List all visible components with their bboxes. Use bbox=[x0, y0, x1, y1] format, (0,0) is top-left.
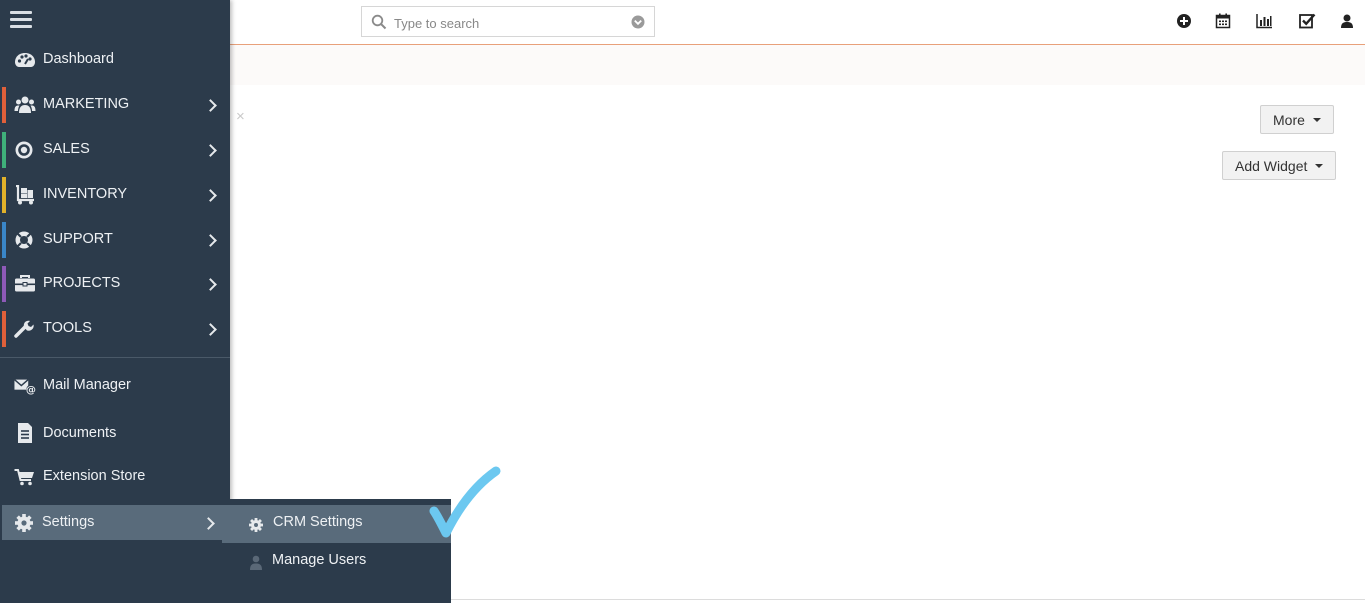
more-dropdown-button[interactable]: More bbox=[1260, 105, 1334, 134]
briefcase-icon bbox=[15, 275, 35, 292]
section-color-bar bbox=[2, 177, 6, 213]
hamburger-menu-icon[interactable] bbox=[10, 11, 32, 29]
sidebar-item-sales[interactable]: SALES bbox=[0, 132, 230, 168]
sidebar-item-label: INVENTORY bbox=[43, 186, 128, 202]
task-checkbox-icon[interactable] bbox=[1298, 12, 1316, 30]
sidebar-item-label: Mail Manager bbox=[43, 377, 131, 393]
document-icon bbox=[18, 423, 32, 443]
wrench-icon bbox=[14, 320, 34, 338]
sidebar-item-settings[interactable]: Settings bbox=[2, 505, 226, 540]
sidebar-item-tools[interactable]: TOOLS bbox=[0, 311, 230, 347]
sidebar-item-label: PROJECTS bbox=[43, 275, 121, 291]
search-input[interactable] bbox=[392, 11, 616, 35]
chevron-right-icon bbox=[202, 517, 215, 530]
sidebar-item-label: Dashboard bbox=[43, 51, 114, 67]
users-icon bbox=[14, 96, 36, 113]
bar-chart-icon[interactable] bbox=[1255, 12, 1273, 30]
sidebar-item-label: Settings bbox=[42, 514, 95, 530]
calendar-icon[interactable] bbox=[1214, 12, 1232, 30]
sidebar-item-mail-manager[interactable]: @ Mail Manager bbox=[0, 368, 230, 404]
chevron-right-icon bbox=[204, 323, 217, 336]
chevron-right-icon bbox=[204, 278, 217, 291]
submenu-item-label: CRM Settings bbox=[273, 514, 363, 530]
palette-icon bbox=[15, 53, 35, 67]
dolly-icon bbox=[16, 185, 34, 205]
global-search[interactable] bbox=[361, 6, 655, 37]
svg-text:@: @ bbox=[26, 385, 36, 396]
mail-at-icon: @ bbox=[14, 379, 36, 396]
chevron-down-circle-icon[interactable] bbox=[631, 15, 645, 29]
sidebar-item-label: SALES bbox=[43, 141, 90, 157]
checkmark-annotation-icon bbox=[429, 466, 501, 538]
breadcrumb-bar bbox=[230, 45, 1365, 85]
settings-submenu: CRM Settings Manage Users bbox=[222, 499, 451, 603]
submenu-item-manage-users[interactable]: Manage Users bbox=[222, 543, 451, 581]
sidebar-item-extension-store[interactable]: Extension Store bbox=[0, 459, 230, 495]
chevron-right-icon bbox=[204, 189, 217, 202]
chevron-right-icon bbox=[204, 234, 217, 247]
caret-down-icon bbox=[1315, 163, 1324, 168]
gear-icon bbox=[15, 514, 33, 532]
sidebar-item-inventory[interactable]: INVENTORY bbox=[0, 177, 230, 213]
search-icon bbox=[371, 14, 387, 30]
sidebar-item-projects[interactable]: PROJECTS bbox=[0, 266, 230, 302]
sidebar-item-label: MARKETING bbox=[43, 96, 130, 112]
user-icon[interactable] bbox=[1338, 12, 1356, 30]
sidebar-item-label: Documents bbox=[43, 425, 117, 441]
chevron-right-icon bbox=[204, 99, 217, 112]
add-widget-button[interactable]: Add Widget bbox=[1222, 151, 1337, 180]
life-ring-icon bbox=[15, 231, 33, 249]
add-widget-label: Add Widget bbox=[1235, 157, 1308, 174]
sidebar-divider bbox=[0, 357, 230, 358]
submenu-item-label: Manage Users bbox=[272, 552, 367, 568]
chevron-right-icon bbox=[204, 144, 217, 157]
sidebar-item-documents[interactable]: Documents bbox=[0, 416, 230, 452]
user-icon bbox=[250, 555, 262, 570]
divider bbox=[451, 599, 1365, 600]
sidebar-item-dashboard[interactable]: Dashboard bbox=[0, 42, 230, 78]
more-button-label: More bbox=[1273, 111, 1305, 128]
main-sidebar: Dashboard MARKETING SALES INVENTORY SUPP… bbox=[0, 0, 230, 603]
submenu-item-crm-settings[interactable]: CRM Settings bbox=[222, 505, 451, 543]
section-color-bar bbox=[2, 222, 6, 258]
section-color-bar bbox=[2, 87, 6, 123]
section-color-bar bbox=[2, 311, 6, 347]
cart-icon bbox=[14, 469, 34, 486]
section-color-bar bbox=[2, 132, 6, 168]
sidebar-item-label: Extension Store bbox=[43, 468, 146, 484]
gear-icon bbox=[249, 518, 263, 532]
sidebar-item-marketing[interactable]: MARKETING bbox=[0, 87, 230, 123]
sidebar-item-label: TOOLS bbox=[43, 320, 92, 336]
sidebar-item-support[interactable]: SUPPORT bbox=[0, 222, 230, 258]
target-icon bbox=[15, 141, 33, 159]
close-icon[interactable]: × bbox=[236, 108, 245, 125]
section-color-bar bbox=[2, 266, 6, 302]
sidebar-item-label: SUPPORT bbox=[43, 231, 113, 247]
add-circle-icon[interactable] bbox=[1175, 12, 1193, 30]
caret-down-icon bbox=[1312, 117, 1321, 122]
